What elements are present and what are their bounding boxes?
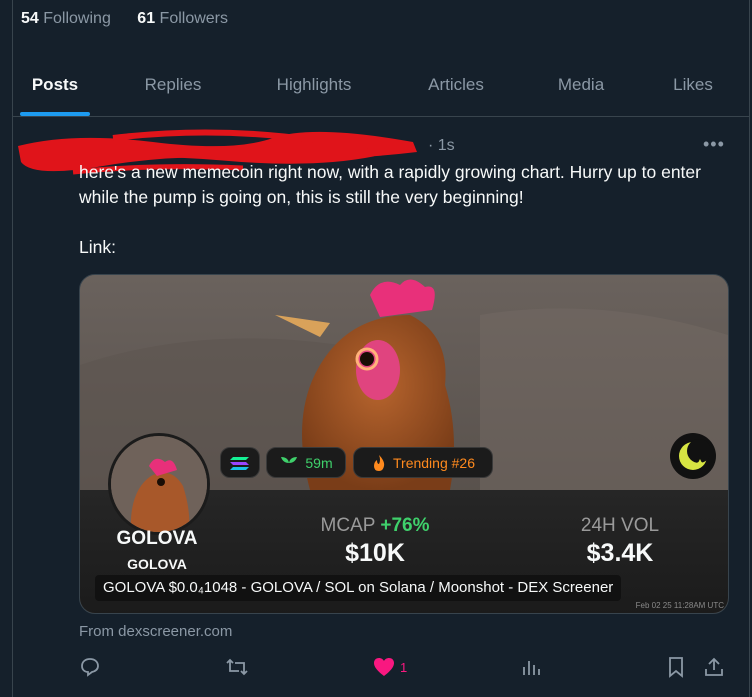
link-preview-card[interactable]: 59m Trending #26 GOLOVA GOLOVA MCAP +76%… xyxy=(79,274,729,614)
volume-value: $3.4K xyxy=(586,539,654,567)
active-tab-indicator xyxy=(20,112,90,116)
like-count: 1 xyxy=(400,659,408,675)
card-title: GOLOVA $0.0₄1048 - GOLOVA / SOL on Solan… xyxy=(95,575,622,601)
tab-highlights[interactable]: Highlights xyxy=(258,56,370,116)
tab-likes[interactable]: Likes xyxy=(661,56,725,116)
post-text-body: here's a new memecoin right now, with a … xyxy=(79,162,701,207)
mcap-value: $10K xyxy=(345,539,405,567)
image-timestamp: Feb 02 25 11:28AM UTC xyxy=(635,601,724,610)
tab-posts[interactable]: Posts xyxy=(13,56,97,116)
repost-icon[interactable] xyxy=(225,654,249,680)
link-source[interactable]: From dexscreener.com xyxy=(79,623,232,640)
solana-icon xyxy=(220,447,260,478)
tab-articles[interactable]: Articles xyxy=(408,56,504,116)
mcap-metric: MCAP +76% $10K xyxy=(275,515,475,568)
following-link[interactable]: 54 Following xyxy=(21,10,111,27)
timeline-column: 54 Following 61 Followers Posts Replies … xyxy=(12,0,750,697)
share-icon[interactable] xyxy=(703,654,725,680)
sprout-icon xyxy=(281,456,298,471)
age-badge: 59m xyxy=(266,447,346,478)
like-button[interactable]: 1 xyxy=(373,654,407,680)
heart-icon xyxy=(374,658,394,676)
tab-replies[interactable]: Replies xyxy=(128,56,218,116)
fire-icon xyxy=(374,454,385,471)
more-horizontal-icon[interactable]: ••• xyxy=(703,134,725,155)
token-name: GOLOVA xyxy=(116,528,198,549)
token-symbol: GOLOVA xyxy=(127,556,187,572)
token-avatar xyxy=(108,433,210,535)
profile-stats: 54 Following 61 Followers xyxy=(21,10,228,28)
post-text-link-label: Link: xyxy=(79,237,116,257)
trending-badge: Trending #26 xyxy=(353,447,493,478)
moonshot-icon xyxy=(670,433,716,479)
reply-icon[interactable] xyxy=(79,654,101,680)
post-text: here's a new memecoin right now, with a … xyxy=(79,160,729,260)
followers-link[interactable]: 61 Followers xyxy=(137,10,228,27)
post-timestamp[interactable]: · 1s xyxy=(428,137,455,155)
tab-media[interactable]: Media xyxy=(540,56,622,116)
profile-tabs: Posts Replies Highlights Articles Media … xyxy=(13,56,749,117)
volume-metric: 24H VOL $3.4K xyxy=(520,515,720,568)
bookmark-icon[interactable] xyxy=(667,654,685,680)
views-icon[interactable] xyxy=(521,654,541,680)
